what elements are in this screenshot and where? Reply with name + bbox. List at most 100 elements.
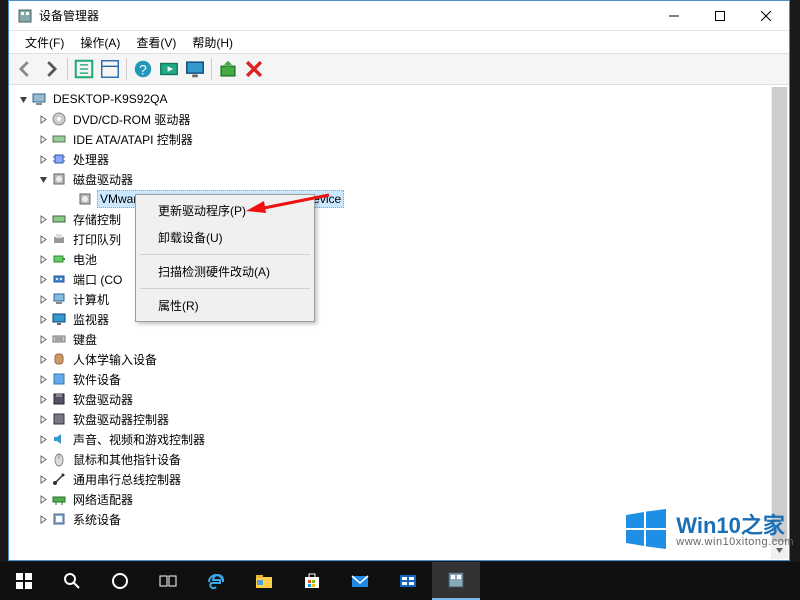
tree-category[interactable]: 声音、视频和游戏控制器 xyxy=(9,429,789,449)
chevron-right-icon[interactable] xyxy=(35,511,51,527)
chevron-right-icon[interactable] xyxy=(35,431,51,447)
store-icon[interactable] xyxy=(288,562,336,600)
tree-category[interactable]: 通用串行总线控制器 xyxy=(9,469,789,489)
forward-button[interactable] xyxy=(39,57,63,81)
device-icon xyxy=(51,111,67,127)
tree-category[interactable]: 键盘 xyxy=(9,329,789,349)
chevron-down-icon[interactable] xyxy=(15,91,31,107)
toolbar-icon[interactable] xyxy=(72,57,96,81)
chevron-right-icon[interactable] xyxy=(35,371,51,387)
ctx-properties[interactable]: 属性(R) xyxy=(138,292,312,319)
category-label: 存储控制 xyxy=(71,210,123,229)
menu-bar: 文件(F) 操作(A) 查看(V) 帮助(H) xyxy=(9,31,789,53)
tree-category[interactable]: DVD/CD-ROM 驱动器 xyxy=(9,109,789,129)
tree-category[interactable]: 系统设备 xyxy=(9,509,789,529)
start-button[interactable] xyxy=(0,562,48,600)
chevron-down-icon[interactable] xyxy=(35,171,51,187)
taskbar[interactable] xyxy=(0,562,800,600)
device-icon xyxy=(51,131,67,147)
chevron-right-icon[interactable] xyxy=(35,331,51,347)
chevron-right-icon[interactable] xyxy=(35,471,51,487)
tree-category[interactable]: 鼠标和其他指针设备 xyxy=(9,449,789,469)
help-button[interactable]: ? xyxy=(131,57,155,81)
task-view-icon[interactable] xyxy=(144,562,192,600)
maximize-button[interactable] xyxy=(697,1,743,31)
tree-category[interactable]: 人体学输入设备 xyxy=(9,349,789,369)
back-button[interactable] xyxy=(13,57,37,81)
chevron-right-icon[interactable] xyxy=(35,451,51,467)
disk-icon xyxy=(77,191,93,207)
root-label: DESKTOP-K9S92QA xyxy=(51,91,170,107)
close-button[interactable] xyxy=(743,1,789,31)
chevron-right-icon[interactable] xyxy=(35,311,51,327)
tree-category[interactable]: 监视器 xyxy=(9,309,789,329)
category-label: 软盘驱动器 xyxy=(71,390,135,409)
settings-panel-icon[interactable] xyxy=(384,562,432,600)
tree-category[interactable]: 网络适配器 xyxy=(9,489,789,509)
chevron-right-icon[interactable] xyxy=(35,151,51,167)
device-icon xyxy=(51,271,67,287)
tree-category[interactable]: 存储控制 xyxy=(9,209,789,229)
ctx-uninstall[interactable]: 卸载设备(U) xyxy=(138,224,312,251)
uninstall-button[interactable] xyxy=(242,57,266,81)
tree-category[interactable]: 电池 xyxy=(9,249,789,269)
chevron-right-icon[interactable] xyxy=(35,231,51,247)
update-driver-button[interactable] xyxy=(216,57,240,81)
tree-category[interactable]: 端口 (CO xyxy=(9,269,789,289)
file-explorer-icon[interactable] xyxy=(240,562,288,600)
device-manager-taskbar-icon[interactable] xyxy=(432,562,480,600)
tree-category[interactable]: 磁盘驱动器 xyxy=(9,169,789,189)
menu-action[interactable]: 操作(A) xyxy=(72,32,128,53)
chevron-right-icon[interactable] xyxy=(35,391,51,407)
menu-file[interactable]: 文件(F) xyxy=(17,32,72,53)
device-icon xyxy=(51,231,67,247)
chevron-right-icon[interactable] xyxy=(35,251,51,267)
tree-category[interactable]: 打印队列 xyxy=(9,229,789,249)
category-label: 监视器 xyxy=(71,310,111,329)
chevron-right-icon[interactable] xyxy=(35,291,51,307)
menu-help[interactable]: 帮助(H) xyxy=(184,32,241,53)
tree-category[interactable]: 软件设备 xyxy=(9,369,789,389)
ctx-separator xyxy=(140,254,310,255)
device-icon xyxy=(51,291,67,307)
ctx-scan-hardware[interactable]: 扫描检测硬件改动(A) xyxy=(138,258,312,285)
device-icon xyxy=(51,151,67,167)
svg-text:?: ? xyxy=(139,63,147,78)
category-label: 电池 xyxy=(71,250,99,269)
title-bar[interactable]: 设备管理器 xyxy=(9,1,789,31)
chevron-right-icon[interactable] xyxy=(35,211,51,227)
chevron-right-icon[interactable] xyxy=(35,111,51,127)
tree-category[interactable]: 处理器 xyxy=(9,149,789,169)
scan-button[interactable] xyxy=(157,57,181,81)
chevron-right-icon[interactable] xyxy=(35,271,51,287)
window-title: 设备管理器 xyxy=(39,7,99,24)
monitor-button[interactable] xyxy=(183,57,207,81)
device-tree[interactable]: DESKTOP-K9S92QA DVD/CD-ROM 驱动器IDE ATA/AT… xyxy=(9,85,789,560)
tree-category[interactable]: 软盘驱动器控制器 xyxy=(9,409,789,429)
cortana-icon[interactable] xyxy=(96,562,144,600)
tree-category[interactable]: 软盘驱动器 xyxy=(9,389,789,409)
scroll-down-button[interactable] xyxy=(771,542,788,559)
app-icon xyxy=(17,8,33,24)
edge-icon[interactable] xyxy=(192,562,240,600)
chevron-right-icon[interactable] xyxy=(35,351,51,367)
chevron-right-icon[interactable] xyxy=(35,411,51,427)
vertical-scrollbar[interactable] xyxy=(771,87,788,559)
category-label: 鼠标和其他指针设备 xyxy=(71,450,183,469)
category-label: 软件设备 xyxy=(71,370,123,389)
ctx-update-driver[interactable]: 更新驱动程序(P) xyxy=(138,197,312,224)
menu-view[interactable]: 查看(V) xyxy=(128,32,184,53)
tree-device-selected[interactable]: VMware, VMware Virtual S SCSI Disk Devic… xyxy=(9,189,789,209)
tree-root[interactable]: DESKTOP-K9S92QA xyxy=(9,89,789,109)
chevron-right-icon[interactable] xyxy=(35,131,51,147)
mail-icon[interactable] xyxy=(336,562,384,600)
minimize-button[interactable] xyxy=(651,1,697,31)
scroll-thumb[interactable] xyxy=(772,87,787,559)
chevron-right-icon[interactable] xyxy=(35,491,51,507)
ctx-separator xyxy=(140,288,310,289)
tree-category[interactable]: 计算机 xyxy=(9,289,789,309)
tree-category[interactable]: IDE ATA/ATAPI 控制器 xyxy=(9,129,789,149)
properties-button[interactable] xyxy=(98,57,122,81)
toolbar: ? xyxy=(9,53,789,85)
search-icon[interactable] xyxy=(48,562,96,600)
